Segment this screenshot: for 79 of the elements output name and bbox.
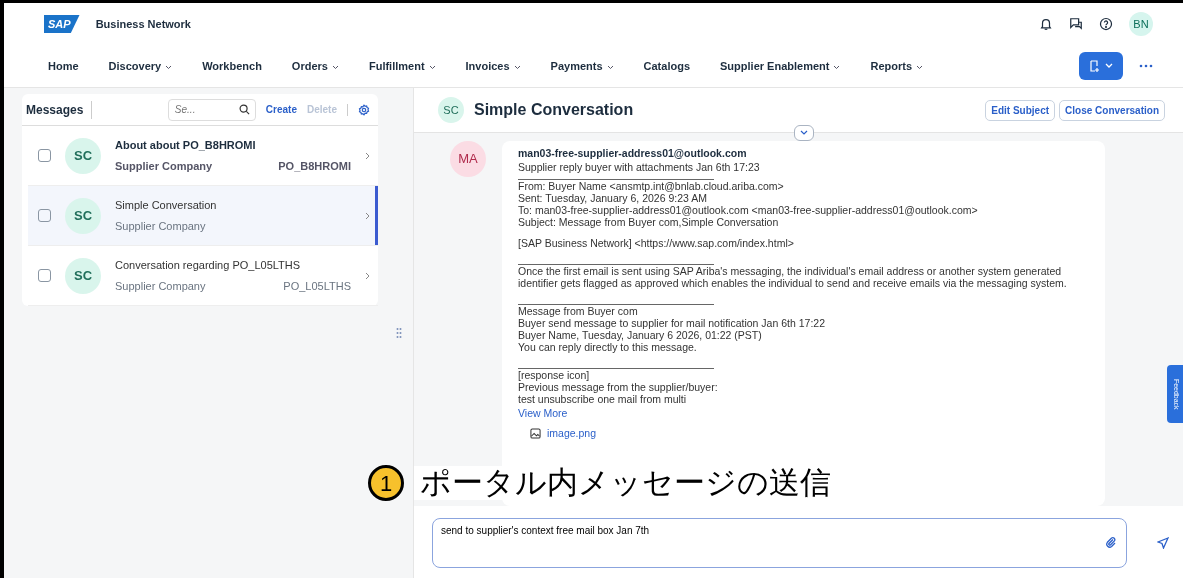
- message-line: Sent: Tuesday, January 6, 2026 9:23 AM: [518, 192, 708, 204]
- message-line: Buyer send message to supplier for mail notification Jan 6th 17:22: [518, 317, 826, 329]
- nav-link[interactable]: Discovery: [108, 57, 173, 75]
- header-button[interactable]: Close Conversation: [1059, 99, 1165, 121]
- message-line: Buyer Name, Tuesday, January 6 2026, 01:22 (PST): [518, 329, 763, 341]
- checkbox[interactable]: [38, 269, 51, 282]
- company-name: Supplier Company: [115, 218, 206, 234]
- message-line: To: man03-free-supplier-address01@outlook.com <man03-free-supplier-address01@outlook.com>: [518, 204, 979, 216]
- nav-link[interactable]: Payments: [550, 57, 614, 75]
- search-field[interactable]: Se...: [167, 98, 256, 121]
- avatar: SC: [65, 197, 101, 234]
- chevron-icon: [365, 271, 370, 280]
- message-line: Subject: Message from Buyer com,Simple Conversation: [518, 216, 780, 228]
- nav-link[interactable]: Workbench: [202, 57, 262, 75]
- message-input[interactable]: send to supplier's context free mail box Jan 7th: [432, 518, 1127, 568]
- user-avatar[interactable]: BN: [1129, 12, 1153, 36]
- message-line: [SAP Business Network] <https://www.sap.com/index.html>: [518, 237, 795, 249]
- message-item[interactable]: SC Simple Conversation Supplier Company: [28, 186, 378, 246]
- message-subject: Conversation regarding PO_L05LTHS: [115, 258, 302, 273]
- send-icon[interactable]: [1157, 537, 1169, 549]
- document-plus-icon: [1089, 60, 1101, 72]
- avatar: MA: [450, 141, 486, 177]
- checkbox[interactable]: [38, 149, 51, 162]
- attachment-link[interactable]: image.png: [547, 427, 597, 439]
- caret-icon[interactable]: [428, 64, 436, 70]
- message-line: You can reply directly to this message.: [518, 341, 698, 353]
- splitter-handle-icon[interactable]: [395, 327, 402, 339]
- nav-link[interactable]: Fulfillment: [368, 57, 436, 75]
- create-link[interactable]: Create: [265, 102, 297, 117]
- nav-link[interactable]: Orders: [291, 57, 339, 75]
- chevron-icon: [365, 151, 370, 160]
- header-button[interactable]: Edit Subject: [985, 99, 1056, 121]
- nav-link[interactable]: Home: [48, 57, 79, 75]
- message-line: test unsubscribe one mail from multi: [518, 393, 688, 405]
- avatar: SC: [65, 257, 101, 294]
- message-line: [response icon]: [518, 369, 591, 381]
- avatar: SC: [65, 137, 101, 174]
- bell-icon[interactable]: [1039, 17, 1053, 31]
- company-name: Supplier Company: [115, 158, 213, 174]
- nav-link[interactable]: Reports: [870, 57, 923, 75]
- message-line: Previous message from the supplier/buyer:: [518, 381, 719, 393]
- nav-link[interactable]: Catalogs: [643, 57, 691, 75]
- view-more-link[interactable]: View More: [518, 407, 568, 419]
- caret-icon: [800, 130, 808, 136]
- message-line: From: Buyer Name <ansmtp.int@bnlab.cloud.ariba.com>: [518, 180, 785, 192]
- message-line: Supplier reply buyer with attachments Jan 6th 17:23: [518, 161, 761, 173]
- message-subject: Simple Conversation: [115, 198, 218, 213]
- help-icon[interactable]: [1099, 17, 1113, 31]
- sender-email: man03-free-supplier-address01@outlook.com: [518, 147, 748, 159]
- more-icon[interactable]: [1139, 64, 1153, 68]
- message-subject: About about PO_B8HROMI: [115, 138, 257, 153]
- company-name: Supplier Company: [115, 278, 206, 294]
- chat-icon[interactable]: [1069, 17, 1083, 31]
- panel-title: Messages: [26, 100, 93, 119]
- sap-logo[interactable]: SAP: [44, 14, 80, 34]
- checkbox[interactable]: [38, 209, 51, 222]
- conversation-title: Simple Conversation: [474, 100, 634, 120]
- caret-icon[interactable]: [513, 64, 521, 70]
- message-line: Message from Buyer com: [518, 305, 639, 317]
- caret-icon[interactable]: [606, 64, 614, 70]
- nav-link[interactable]: Invoices: [465, 57, 521, 75]
- paperclip-icon[interactable]: [1105, 536, 1117, 548]
- caret-icon[interactable]: [331, 64, 339, 70]
- settings-icon[interactable]: [347, 103, 370, 116]
- message-item[interactable]: SC Conversation regarding PO_L05LTHS Supplier Company PO_L05LTHS: [28, 246, 378, 306]
- nav-link[interactable]: Supplier Enablement: [720, 57, 841, 75]
- create-document-button[interactable]: [1079, 52, 1123, 80]
- avatar: SC: [438, 97, 464, 123]
- app-title: Business Network: [95, 16, 191, 32]
- caret-icon[interactable]: [165, 64, 173, 70]
- search-icon[interactable]: [238, 103, 250, 115]
- caret-icon: [1105, 63, 1113, 69]
- reference-number: PO_L05LTHS: [283, 278, 351, 294]
- caret-icon[interactable]: [916, 64, 923, 70]
- chevron-icon: [365, 211, 370, 220]
- image-icon: [530, 427, 541, 439]
- reference-number: PO_B8HROMI: [278, 158, 351, 174]
- message-line: Once the first email is sent using SAP Ariba's messaging, the individual's email address or another system generated identifier gets flagged as approved which enables the individual to send and receive emails via the messaging system.: [518, 265, 1068, 289]
- caret-icon[interactable]: [833, 64, 841, 70]
